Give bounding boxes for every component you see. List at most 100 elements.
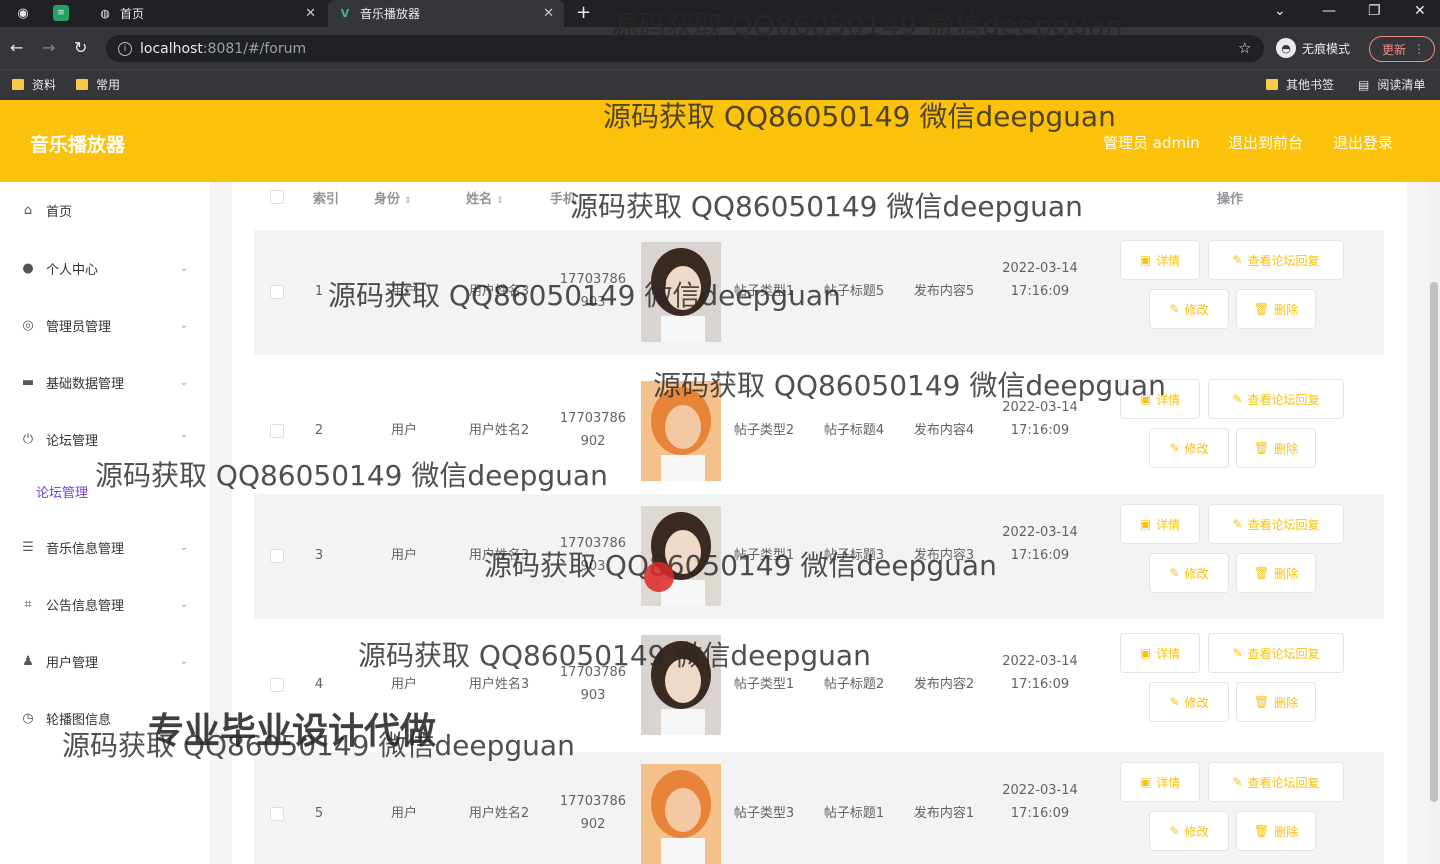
- tab-home[interactable]: ◍ 首页 ✕: [88, 0, 326, 27]
- sidebar-item-notice[interactable]: ⌗ 公告信息管理 ⌄: [0, 584, 210, 624]
- bookmark-folder[interactable]: 资料: [12, 76, 56, 93]
- row-checkbox[interactable]: [270, 549, 284, 563]
- view-replies-button[interactable]: ✎ 查看论坛回复: [1208, 762, 1344, 802]
- sidebar-subitem-forum[interactable]: 论坛管理: [36, 482, 88, 501]
- update-button[interactable]: 更新 ⋮: [1369, 36, 1435, 62]
- sort-icon[interactable]: ⇕: [404, 196, 412, 206]
- back-icon[interactable]: ←: [10, 38, 23, 57]
- chevron-down-icon: ⌄: [179, 655, 188, 667]
- table-row: 4 用户 用户姓名3 17703786 903 帖子类型1 帖子标题2 发布内容2 2022-…: [254, 623, 1384, 748]
- sidebar-item-carousel[interactable]: ◷ 轮播图信息: [0, 698, 210, 738]
- table-row: 3 用户 用户姓名3 17703786 903 帖子类型1 帖子标题3 发布内容3 2022-…: [254, 494, 1384, 619]
- close-icon[interactable]: ✕: [305, 6, 316, 21]
- sidebar-item-label: 轮播图信息: [46, 712, 112, 728]
- compass-icon: ◎: [22, 317, 34, 333]
- main-content: 索引 身份 ⇕ 姓名 ⇕ 手机 操作 1 用户 用户姓名3 17703786 903 帖子类…: [210, 182, 1430, 864]
- cell-phone: 17703786 902: [559, 411, 627, 449]
- cell-type: 帖子类型1: [733, 284, 795, 299]
- logout-link[interactable]: 退出登录: [1333, 132, 1393, 153]
- detail-button[interactable]: ▣ 详情: [1120, 504, 1200, 544]
- url-input[interactable]: i localhost:8081/#/forum: [106, 35, 1264, 62]
- incognito-indicator[interactable]: ◓ 无痕模式: [1276, 38, 1350, 58]
- window-close-icon[interactable]: ✕: [1414, 3, 1426, 19]
- header-index: 索引: [313, 192, 340, 207]
- edit-button-label: 修改: [1184, 695, 1209, 710]
- header-role[interactable]: 身份 ⇕: [374, 188, 412, 207]
- forward-icon[interactable]: →: [42, 38, 55, 57]
- cell-phone: 17703786 903: [559, 536, 627, 574]
- other-bookmarks[interactable]: 其他书签: [1266, 76, 1334, 93]
- edit-button-label: 修改: [1184, 566, 1209, 581]
- detail-button[interactable]: ▣ 详情: [1120, 633, 1200, 673]
- bookmark-folder[interactable]: 常用: [76, 76, 120, 93]
- scrollbar-thumb[interactable]: [1430, 282, 1438, 802]
- view-replies-button[interactable]: ✎ 查看论坛回复: [1208, 504, 1344, 544]
- new-tab-icon[interactable]: +: [576, 2, 591, 23]
- pencil-icon: ✎: [1169, 441, 1180, 455]
- detail-button[interactable]: ▣ 详情: [1120, 379, 1200, 419]
- view-replies-button-label: 查看论坛回复: [1247, 775, 1320, 790]
- cell-content: 发布内容2: [913, 677, 975, 692]
- row-checkbox[interactable]: [270, 424, 284, 438]
- crop-icon: ⌗: [24, 596, 32, 612]
- row-checkbox[interactable]: [270, 807, 284, 821]
- avatar-image: [641, 381, 721, 481]
- delete-button[interactable]: 🗑 删除: [1236, 289, 1316, 329]
- cell-time: 2022-03-14 17:16:09: [1002, 400, 1078, 438]
- view-replies-button[interactable]: ✎ 查看论坛回复: [1208, 633, 1344, 673]
- cell-name: 用户姓名3: [468, 284, 530, 299]
- select-all-checkbox[interactable]: [270, 190, 284, 204]
- edit-icon: ✎: [1232, 646, 1243, 660]
- detail-button[interactable]: ▣ 详情: [1120, 240, 1200, 280]
- header-name[interactable]: 姓名 ⇕: [466, 188, 504, 207]
- app-favicon-icon[interactable]: ≡: [53, 5, 69, 21]
- chevron-down-icon: ⌄: [179, 319, 188, 331]
- back-to-front-link[interactable]: 退出到前台: [1228, 132, 1303, 153]
- reload-icon[interactable]: ↻: [74, 38, 87, 57]
- sidebar-item-music[interactable]: ☰ 音乐信息管理 ⌄: [0, 527, 210, 567]
- tab-search-icon[interactable]: ⌄: [1274, 3, 1286, 19]
- sidebar-item-home[interactable]: ⌂ 首页: [0, 190, 210, 230]
- sidebar-item-forum[interactable]: ⏻ 论坛管理 ⌃: [0, 419, 210, 459]
- edit-button[interactable]: ✎ 修改: [1149, 289, 1229, 329]
- admin-label: 管理员 admin: [1103, 134, 1200, 152]
- row-checkbox[interactable]: [270, 678, 284, 692]
- detail-button-label: 详情: [1156, 775, 1181, 790]
- chevron-down-icon: ⌄: [179, 376, 188, 388]
- view-replies-button[interactable]: ✎ 查看论坛回复: [1208, 240, 1344, 280]
- delete-button[interactable]: 🗑 删除: [1236, 428, 1316, 468]
- header-action: 操作: [1217, 192, 1244, 207]
- bookmark-star-icon[interactable]: ☆: [1238, 39, 1251, 57]
- close-icon[interactable]: ✕: [543, 6, 554, 21]
- delete-button[interactable]: 🗑 删除: [1236, 682, 1316, 722]
- sidebar-item-base-data[interactable]: ▬ 基础数据管理 ⌄: [0, 362, 210, 402]
- sidebar-item-profile[interactable]: ● 个人中心 ⌄: [0, 248, 210, 288]
- cell-phone: 17703786 903: [559, 665, 627, 703]
- browser-menu-icon[interactable]: ◉: [14, 4, 32, 22]
- delete-button[interactable]: 🗑 删除: [1236, 811, 1316, 851]
- trash-icon: 🗑: [1253, 566, 1270, 580]
- cell-name: 用户姓名3: [468, 548, 530, 563]
- vue-icon: V: [340, 7, 350, 20]
- minimize-icon[interactable]: —: [1322, 3, 1336, 19]
- sidebar-item-admins[interactable]: ◎ 管理员管理 ⌄: [0, 305, 210, 345]
- avatar: [641, 764, 721, 864]
- tab-music-player[interactable]: V 音乐播放器 ✕: [328, 0, 564, 27]
- view-replies-button[interactable]: ✎ 查看论坛回复: [1208, 379, 1344, 419]
- edit-button[interactable]: ✎ 修改: [1149, 682, 1229, 722]
- detail-button[interactable]: ▣ 详情: [1120, 762, 1200, 802]
- info-icon[interactable]: i: [118, 41, 132, 56]
- sidebar-item-users[interactable]: ♟ 用户管理 ⌄: [0, 641, 210, 681]
- edit-button[interactable]: ✎ 修改: [1149, 811, 1229, 851]
- delete-button-label: 删除: [1274, 824, 1299, 839]
- sort-icon[interactable]: ⇕: [496, 196, 504, 206]
- cell-role: 用户: [390, 284, 417, 299]
- delete-button[interactable]: 🗑 删除: [1236, 553, 1316, 593]
- edit-button[interactable]: ✎ 修改: [1149, 553, 1229, 593]
- scrollbar[interactable]: [1428, 182, 1440, 864]
- restore-icon[interactable]: ❐: [1368, 3, 1381, 19]
- edit-button[interactable]: ✎ 修改: [1149, 428, 1229, 468]
- edit-icon: ✎: [1232, 775, 1243, 789]
- reading-list[interactable]: ▤ 阅读清单: [1358, 76, 1425, 93]
- row-checkbox[interactable]: [270, 285, 284, 299]
